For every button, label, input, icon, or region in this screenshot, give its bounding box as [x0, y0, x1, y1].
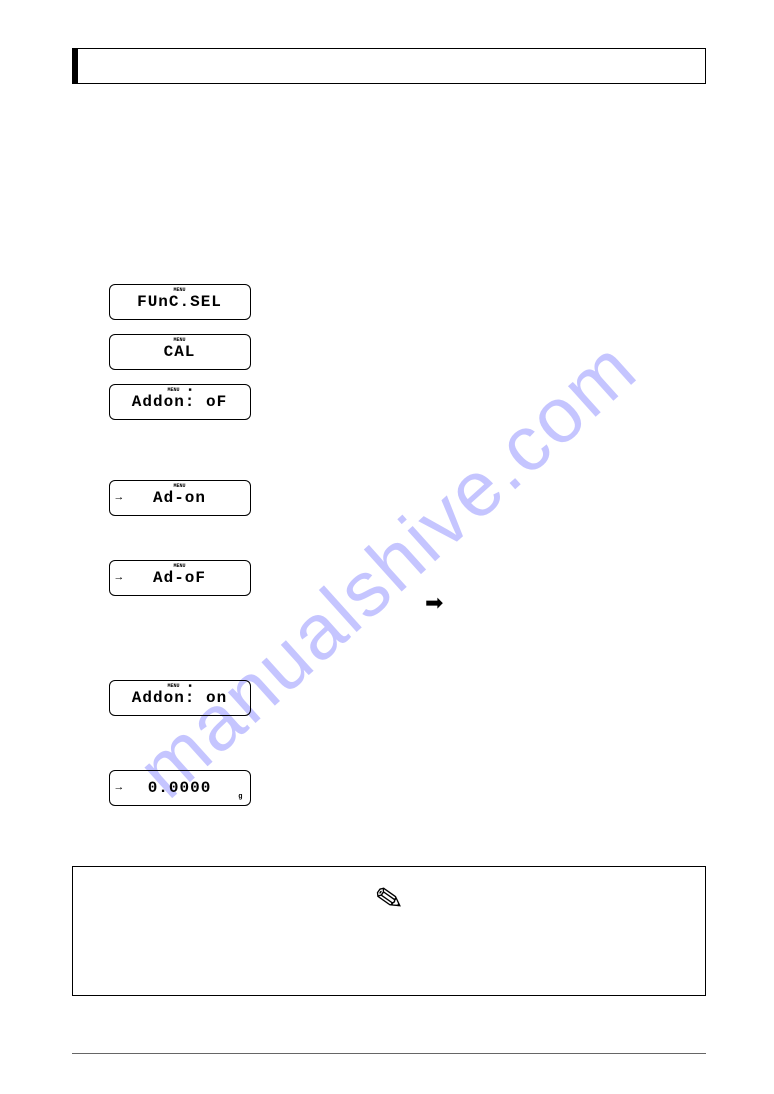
pencil-icon: ✎ — [372, 881, 406, 919]
lcd-text: 0.0000 — [148, 779, 212, 797]
right-arrow-icon: ➡ — [425, 592, 443, 614]
menu-indicator: MENU — [173, 287, 185, 293]
menu-indicator: MENU — [173, 337, 185, 343]
lcd-display-addon-on: MENU ■ Addon: on — [109, 680, 251, 716]
lcd-text: Ad-on — [153, 489, 206, 507]
lcd-display-addon-of: MENU ■ Addon: oF — [109, 384, 251, 420]
lcd-display-ad-on: → MENU Ad-on — [109, 480, 251, 516]
lcd-text: Addon: on — [132, 689, 227, 707]
lcd-text: Addon: oF — [132, 393, 227, 411]
section-title-bar — [72, 48, 706, 84]
lcd-text: CAL — [164, 343, 196, 361]
stability-arrow-icon: → — [116, 572, 124, 584]
menu-indicator: MENU ■ — [167, 387, 191, 393]
lcd-text: FUnC.SEL — [137, 293, 222, 311]
stability-arrow-icon: → — [116, 492, 124, 504]
menu-indicator: MENU ■ — [167, 683, 191, 689]
lcd-display-ad-of: → MENU Ad-oF — [109, 560, 251, 596]
note-box: ✎ — [72, 866, 706, 996]
menu-indicator: MENU — [173, 483, 185, 489]
lcd-display-funcsel: MENU FUnC.SEL — [109, 284, 251, 320]
lcd-display-cal: MENU CAL — [109, 334, 251, 370]
menu-indicator: MENU — [173, 563, 185, 569]
lcd-column: MENU FUnC.SEL MENU CAL MENU ■ Addon: oF … — [72, 124, 287, 844]
page-footer — [72, 1053, 706, 1058]
instructions-column: ➡ — [309, 124, 706, 844]
lcd-display-measurement: → 0.0000 g — [109, 770, 251, 806]
unit-label: g — [238, 793, 243, 801]
lcd-text: Ad-oF — [153, 569, 206, 587]
stability-arrow-icon: → — [116, 782, 124, 794]
